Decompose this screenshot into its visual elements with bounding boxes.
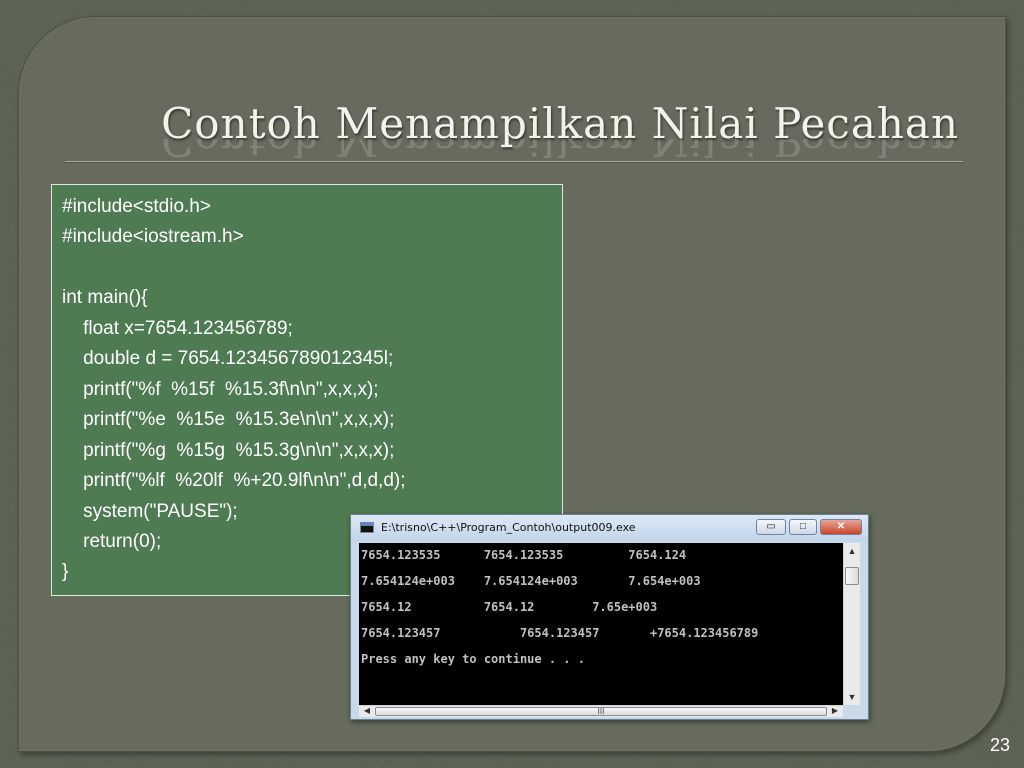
console-app-icon[interactable] (360, 522, 374, 533)
scroll-up-arrow-icon[interactable]: ▲ (844, 546, 860, 556)
vertical-scrollbar[interactable]: ▲ ▼ (843, 543, 860, 705)
code-line: printf("%lf %20lf %+20.9lf\n\n",d,d,d); (62, 470, 406, 491)
horizontal-scrollbar[interactable]: ◀ III ▶ (359, 705, 843, 717)
console-output-line: 7.654124e+003 7.654124e+003 7.654e+003 (361, 574, 701, 588)
slide-number: 23 (989, 735, 1010, 755)
console-output[interactable]: 7654.123535 7654.123535 7654.124 7.65412… (359, 543, 843, 705)
code-line: #include<stdio.h> (62, 196, 211, 217)
scroll-right-arrow-icon[interactable]: ▶ (827, 706, 843, 715)
console-titlebar[interactable]: E:\trisno\C++\Program_Contoh\output009.e… (351, 515, 868, 541)
minimize-button[interactable]: ▭ (756, 519, 786, 535)
code-line: } (62, 561, 69, 582)
maximize-button[interactable]: □ (789, 519, 817, 535)
horizontal-scroll-thumb[interactable]: III (375, 707, 827, 716)
console-output-line: 7654.123457 7654.123457 +7654.123456789 (361, 626, 759, 640)
code-line: printf("%g %15g %15.3g\n\n",x,x,x); (62, 440, 395, 461)
code-line: return(0); (62, 531, 162, 552)
code-line: int main(){ (62, 287, 148, 308)
code-line: double d = 7654.123456789012345l; (62, 348, 394, 369)
vertical-scroll-thumb[interactable] (845, 567, 859, 585)
scroll-down-arrow-icon[interactable]: ▼ (844, 692, 860, 702)
console-output-line: Press any key to continue . . . (361, 652, 585, 666)
code-line: float x=7654.123456789; (62, 318, 293, 339)
title-divider (65, 161, 963, 162)
console-window[interactable]: E:\trisno\C++\Program_Contoh\output009.e… (350, 514, 869, 720)
console-output-line: 7654.123535 7654.123535 7654.124 (361, 548, 687, 562)
console-output-line: 7654.12 7654.12 7.65e+003 (361, 600, 658, 614)
scroll-left-arrow-icon[interactable]: ◀ (359, 706, 375, 715)
close-button[interactable]: ✕ (820, 519, 862, 535)
console-window-title: E:\trisno\C++\Program_Contoh\output009.e… (381, 521, 636, 534)
code-line: printf("%f %15f %15.3f\n\n",x,x,x); (62, 379, 379, 400)
code-line: printf("%e %15e %15.3e\n\n",x,x,x); (62, 409, 395, 430)
code-line: #include<iostream.h> (62, 226, 244, 247)
code-line: system("PAUSE"); (62, 501, 238, 522)
